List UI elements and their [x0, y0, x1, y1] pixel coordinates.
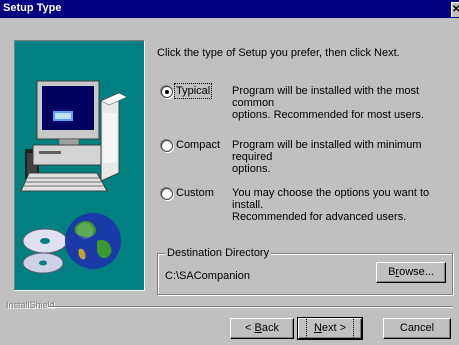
- radio-typical[interactable]: [161, 86, 173, 98]
- back-button[interactable]: < Back: [230, 318, 294, 339]
- destination-directory-group: Destination Directory C:\SACompanion Bro…: [157, 247, 453, 295]
- computer-cd-globe-icon: [20, 80, 128, 274]
- option-typical-desc-line2: options. Recommended for most users.: [232, 109, 424, 121]
- destination-directory-legend: Destination Directory: [165, 247, 272, 259]
- destination-path: C:\SACompanion: [165, 270, 250, 282]
- option-compact-description: Program will be installed with minimum r…: [232, 139, 452, 175]
- radio-compact[interactable]: [161, 140, 173, 152]
- setup-illustration: [14, 40, 145, 291]
- option-custom-desc-line2: Recommended for advanced users.: [232, 211, 407, 223]
- close-icon[interactable]: ✕: [451, 2, 459, 17]
- option-compact-label[interactable]: Compact: [176, 139, 220, 151]
- option-typical-label[interactable]: Typical: [173, 83, 213, 99]
- intro-text: Click the type of Setup you prefer, then…: [157, 47, 400, 59]
- browse-button[interactable]: Browse...: [376, 262, 446, 283]
- window-title: Setup Type: [3, 2, 62, 14]
- separator-line: [48, 306, 453, 308]
- option-compact-desc-line1: Program will be installed with minimum r…: [232, 139, 422, 163]
- option-typical-desc-line1: Program will be installed with the most …: [232, 85, 420, 109]
- next-button[interactable]: Next >: [297, 317, 363, 340]
- option-compact-desc-line2: options.: [232, 163, 271, 175]
- installshield-brand: InstallShield: [6, 300, 55, 310]
- radio-custom[interactable]: [161, 188, 173, 200]
- option-custom-label[interactable]: Custom: [176, 187, 214, 199]
- option-custom-desc-line1: You may choose the options you want to i…: [232, 187, 430, 211]
- option-typical-description: Program will be installed with the most …: [232, 85, 452, 121]
- cancel-button[interactable]: Cancel: [383, 318, 451, 339]
- title-bar: Setup Type ✕: [0, 0, 459, 18]
- radio-selected-dot: [165, 90, 169, 94]
- option-custom-description: You may choose the options you want to i…: [232, 187, 452, 223]
